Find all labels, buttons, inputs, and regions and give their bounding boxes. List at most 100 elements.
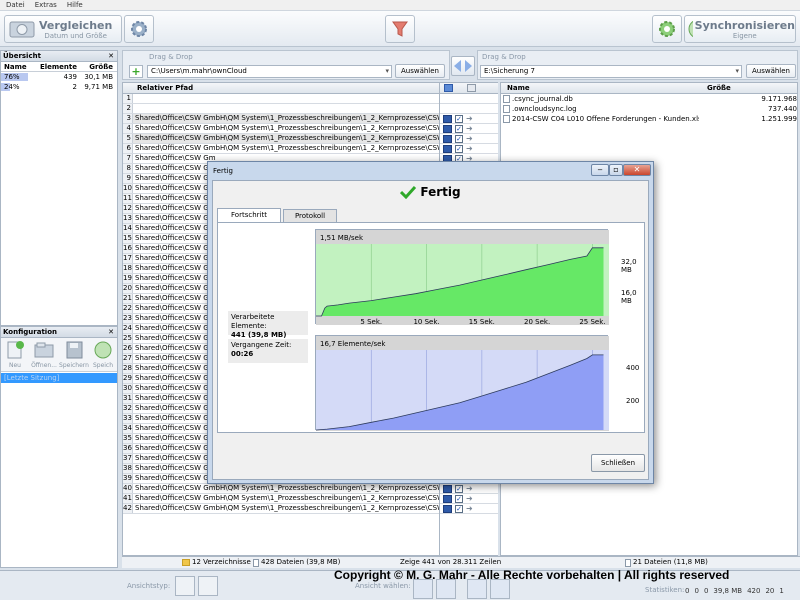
action-row[interactable]: ✓➜ xyxy=(440,144,498,154)
row-number: 1 xyxy=(123,94,133,103)
sync-settings-button[interactable] xyxy=(652,15,682,43)
maximize-button[interactable]: ▫ xyxy=(609,164,623,176)
table-row[interactable]: 2 xyxy=(123,104,439,114)
view-equal-button[interactable] xyxy=(467,579,487,599)
sync-direction-icon[interactable]: ➜ xyxy=(466,144,476,153)
row-number: 16 xyxy=(123,244,133,253)
table-row[interactable]: 3 Shared\Office\CSW GmbH\QM System\1_Proz… xyxy=(123,114,439,124)
view-right-button[interactable] xyxy=(490,579,510,599)
y-tick-label: 32,0 MB xyxy=(621,258,637,274)
relative-path-cell: Shared\Office\CSW Gm xyxy=(135,414,216,422)
table-row[interactable]: 6 Shared\Office\CSW GmbH\QM System\1_Proz… xyxy=(123,144,439,154)
file-size-cell: 9.171.968 xyxy=(761,95,797,103)
compare-sublabel: Datum und Größe xyxy=(44,31,107,40)
close-window-button[interactable]: ✕ xyxy=(623,164,651,176)
close-icon[interactable]: ✕ xyxy=(108,327,114,338)
status-files-left: 428 Dateien (39,8 MB) xyxy=(253,557,340,568)
save-as-config-button[interactable]: Speich xyxy=(89,340,117,371)
include-checkbox[interactable]: ✓ xyxy=(455,144,463,153)
sync-direction-icon[interactable]: ➜ xyxy=(466,124,476,133)
compare-button[interactable]: Vergleichen Datum und Größe xyxy=(4,15,122,43)
file-name-cell: .csync_journal.db xyxy=(512,95,573,103)
action-row[interactable] xyxy=(440,104,498,114)
overview-col-name[interactable]: Name xyxy=(1,62,37,71)
menu-datei[interactable]: Datei xyxy=(6,0,25,10)
include-checkbox[interactable]: ✓ xyxy=(455,134,463,143)
save-config-button[interactable]: Speichern xyxy=(59,340,89,371)
swap-sides-button[interactable] xyxy=(451,56,475,76)
open-config-label: Öffnen... xyxy=(31,362,57,369)
compare-settings-button[interactable] xyxy=(124,15,154,43)
action-row[interactable]: ✓➜ xyxy=(440,504,498,514)
menu-hilfe[interactable]: Hilfe xyxy=(67,0,83,10)
table-row[interactable]: 42 Shared\Office\CSW GmbH\QM System\1_Pro… xyxy=(123,504,439,514)
overview-col-size[interactable]: Größe xyxy=(79,62,115,71)
table-row[interactable]: .csync_journal.db 9.171.968 xyxy=(501,94,797,104)
overview-row[interactable]: 24% 2 9,71 MB xyxy=(1,82,117,92)
config-list-item-last-session[interactable]: [Letzte Sitzung] xyxy=(1,373,117,383)
sync-direction-icon[interactable]: ➜ xyxy=(466,114,476,123)
include-checkbox[interactable]: ✓ xyxy=(455,484,463,493)
folder-category-icon xyxy=(443,494,452,503)
table-row[interactable]: .owncloudsync.log 737.440 xyxy=(501,104,797,114)
tab-progress[interactable]: Fortschritt xyxy=(217,208,281,223)
toolbar: Vergleichen Datum und Größe Synchronisier… xyxy=(0,11,800,47)
left-grid-header[interactable]: Relativer Pfad xyxy=(123,83,439,94)
view-type-button[interactable] xyxy=(175,576,195,596)
close-dialog-button[interactable]: Schließen xyxy=(591,454,645,472)
table-row[interactable]: 4 Shared\Office\CSW GmbH\QM System\1_Proz… xyxy=(123,124,439,134)
action-icon[interactable] xyxy=(467,84,476,92)
status-shown-rows: Zeige 441 von 28.311 Zeilen xyxy=(400,558,502,566)
left-folder-path-input[interactable]: C:\Users\m.mahr\ownCloud xyxy=(147,65,392,78)
minimize-button[interactable]: ‒ xyxy=(591,164,609,176)
add-folder-pair-icon[interactable]: + xyxy=(129,65,143,78)
right-col-name[interactable]: Name xyxy=(501,83,701,93)
overview-row[interactable]: 76% 439 30,1 MB xyxy=(1,72,117,82)
items-chart: 16,7 Elemente/sek xyxy=(315,335,609,431)
sync-direction-icon[interactable]: ➜ xyxy=(466,484,476,493)
left-browse-button[interactable]: Auswählen xyxy=(395,64,445,78)
view-middle-button[interactable] xyxy=(436,579,456,599)
chart-title: 16,7 Elemente/sek xyxy=(320,340,386,348)
right-folder-path-input[interactable]: E:\Sicherung 7 xyxy=(480,65,742,78)
close-icon[interactable]: ✕ xyxy=(108,51,114,62)
action-row[interactable]: ✓➜ xyxy=(440,124,498,134)
action-row[interactable]: ✓➜ xyxy=(440,494,498,504)
tab-log[interactable]: Protokoll xyxy=(283,209,337,223)
include-checkbox[interactable]: ✓ xyxy=(455,124,463,133)
open-config-button[interactable]: Öffnen... xyxy=(29,340,59,371)
menu-extras[interactable]: Extras xyxy=(35,0,57,10)
include-checkbox[interactable]: ✓ xyxy=(455,494,463,503)
table-row[interactable]: 5 Shared\Office\CSW GmbH\QM System\1_Proz… xyxy=(123,134,439,144)
table-row[interactable]: 1 xyxy=(123,94,439,104)
row-number: 4 xyxy=(123,124,133,133)
include-checkbox[interactable]: ✓ xyxy=(455,504,463,513)
stat-value: 0 xyxy=(685,587,690,595)
stat-value: 39,8 MB xyxy=(713,587,743,595)
sync-direction-icon[interactable]: ➜ xyxy=(466,504,476,513)
new-config-button[interactable]: Neu xyxy=(1,340,29,371)
right-grid-header: Name Größe xyxy=(501,83,797,94)
table-row[interactable]: 40 Shared\Office\CSW GmbH\QM System\1_Pro… xyxy=(123,484,439,494)
view-left-button[interactable] xyxy=(413,579,433,599)
sync-direction-icon[interactable]: ➜ xyxy=(466,494,476,503)
sync-direction-icon[interactable]: ➜ xyxy=(466,134,476,143)
action-row[interactable] xyxy=(440,94,498,104)
category-icon[interactable] xyxy=(444,84,453,92)
action-row[interactable]: ✓➜ xyxy=(440,134,498,144)
chart-title: 1,51 MB/sek xyxy=(320,234,364,242)
action-row[interactable]: ✓➜ xyxy=(440,484,498,494)
throughput-chart-svg: 1,51 MB/sek 5 Sek. 10 Sek. 15 Sek. 20 Sek. 25… xyxy=(316,230,609,326)
relative-path-cell: Shared\Office\CSW Gm xyxy=(135,354,216,362)
action-row[interactable]: ✓➜ xyxy=(440,114,498,124)
right-col-size[interactable]: Größe xyxy=(701,83,791,93)
include-checkbox[interactable]: ✓ xyxy=(455,114,463,123)
table-row[interactable]: 41 Shared\Office\CSW GmbH\QM System\1_Pro… xyxy=(123,494,439,504)
filter-button[interactable] xyxy=(385,15,415,43)
overview-col-elements[interactable]: Elemente xyxy=(37,62,79,71)
view-type-sync-button[interactable] xyxy=(198,576,218,596)
gear-icon xyxy=(659,21,675,37)
right-browse-button[interactable]: Auswählen xyxy=(746,64,796,78)
table-row[interactable]: 2014-CSW C04 L010 Offene Forderungen - K… xyxy=(501,114,797,124)
synchronize-button[interactable]: Synchronisieren Eigene xyxy=(684,15,796,43)
